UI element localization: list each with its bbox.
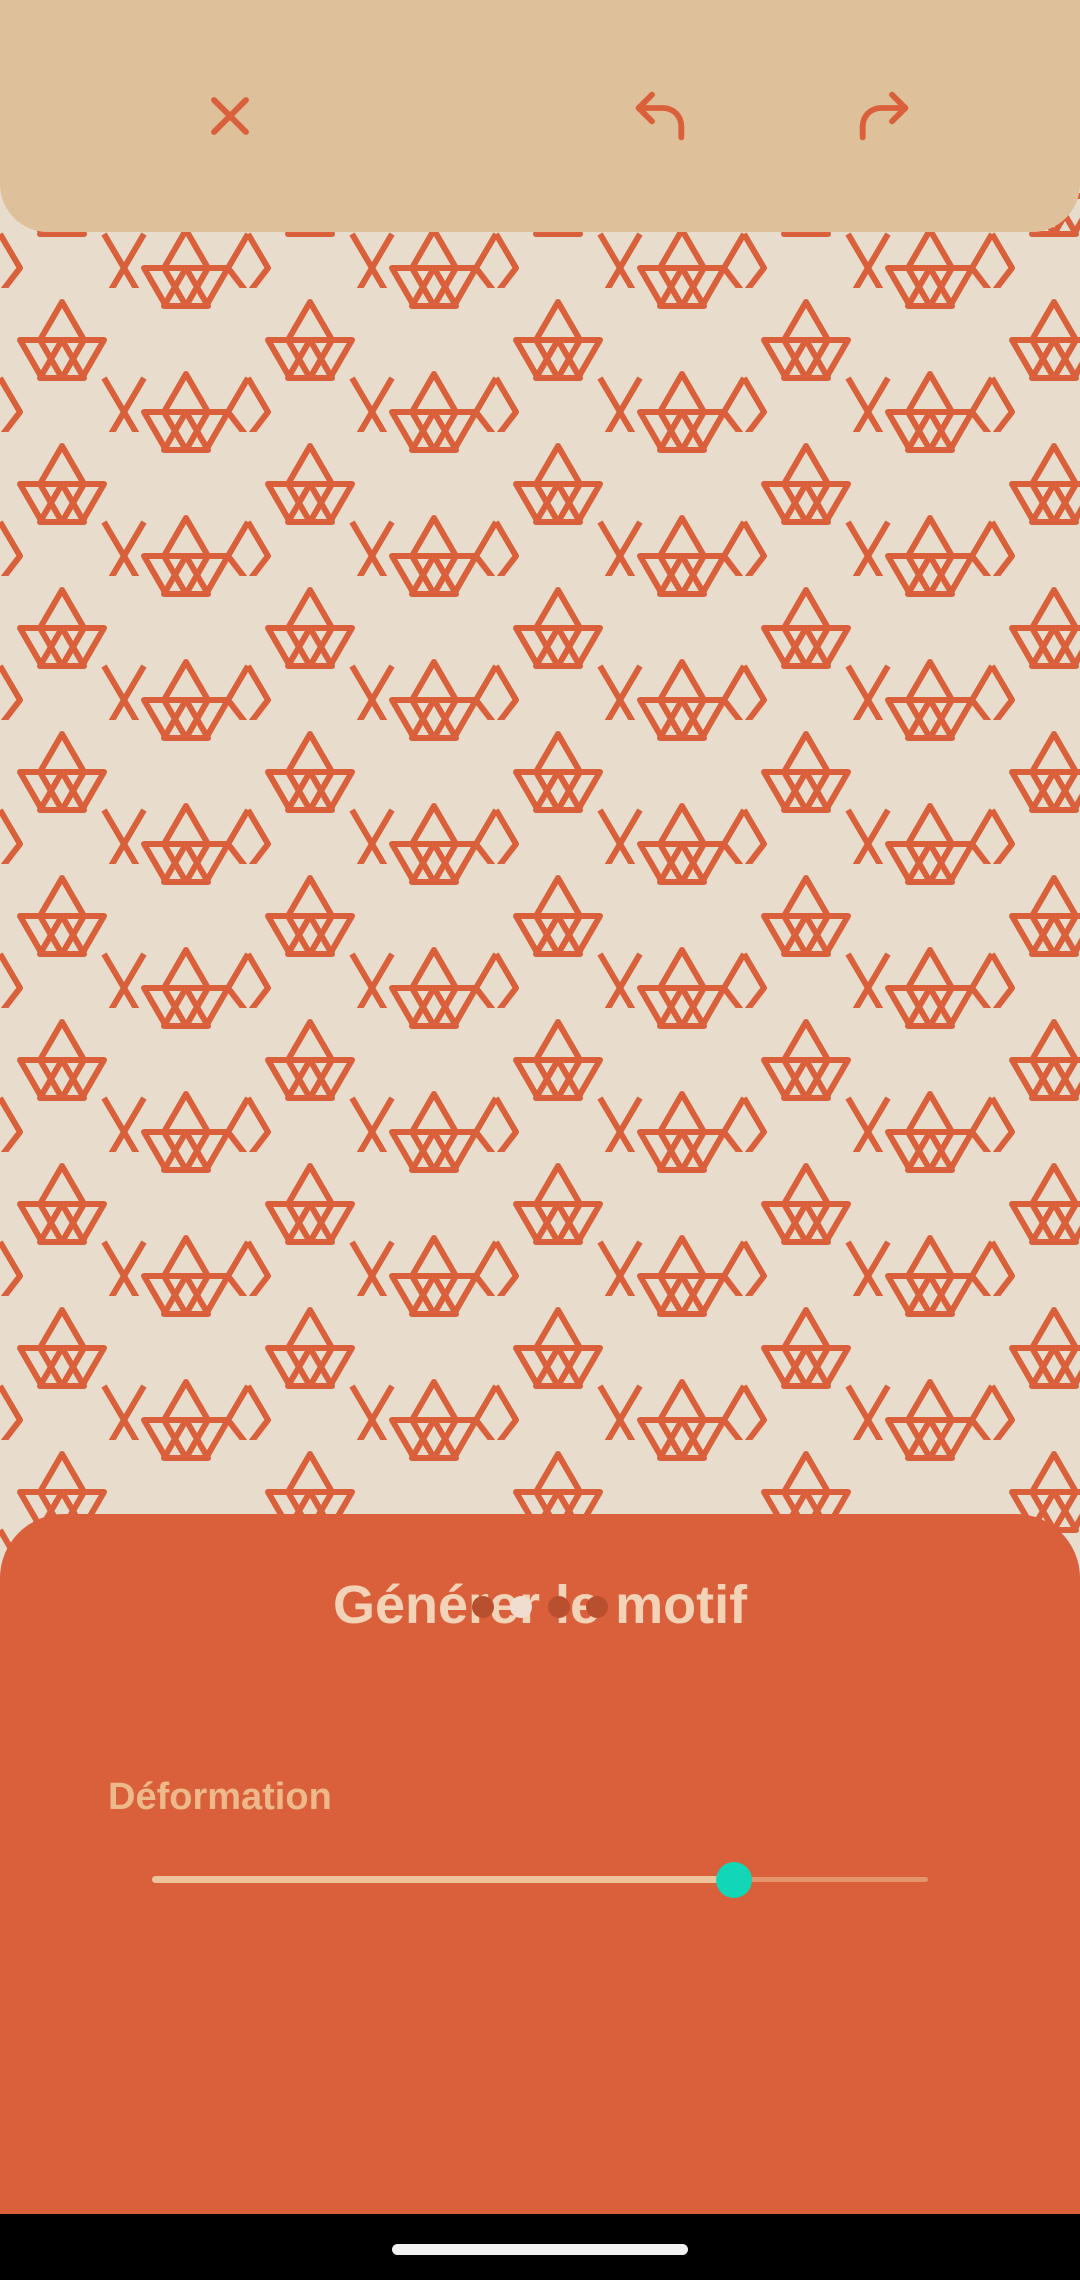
page-dot[interactable] xyxy=(586,1596,608,1618)
generate-pattern-sheet: Générer le motif Déformation xyxy=(0,1514,1080,2214)
page-dot[interactable] xyxy=(548,1596,570,1618)
page-indicator xyxy=(0,1596,1080,1618)
home-indicator[interactable] xyxy=(392,2244,688,2255)
close-icon xyxy=(211,97,249,135)
system-navigation-bar xyxy=(0,2214,1080,2280)
page-dot[interactable] xyxy=(472,1596,494,1618)
slider-thumb[interactable] xyxy=(716,1862,752,1898)
undo-icon xyxy=(635,91,685,141)
redo-button[interactable] xyxy=(824,56,944,176)
redo-icon xyxy=(859,91,909,141)
undo-button[interactable] xyxy=(600,56,720,176)
deformation-label: Déformation xyxy=(108,1776,332,1818)
top-toolbar xyxy=(0,0,1080,232)
close-button[interactable] xyxy=(170,56,290,176)
page-dot[interactable] xyxy=(510,1596,532,1618)
deformation-slider[interactable] xyxy=(152,1858,928,1902)
pattern-preview xyxy=(0,0,1080,1560)
slider-track-fill xyxy=(152,1876,734,1883)
